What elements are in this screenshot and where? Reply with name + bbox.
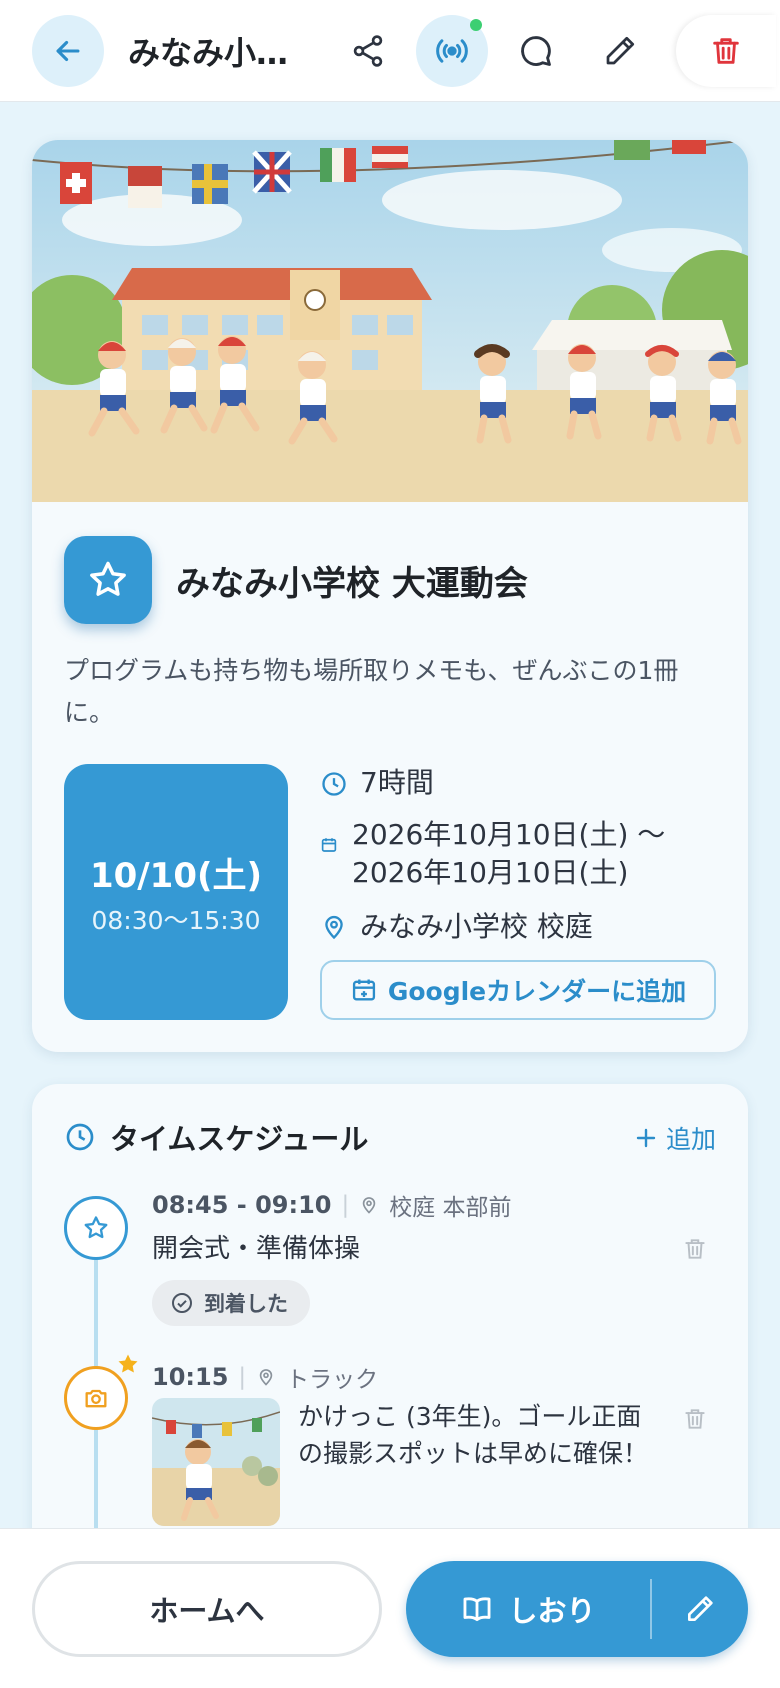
schedule-item-photo[interactable] <box>152 1398 280 1526</box>
trash-icon <box>685 1409 705 1429</box>
trash-icon <box>713 38 739 64</box>
event-card: みなみ小学校 大運動会 プログラムも持ち物も場所取りメモも、ぜんぶこの1冊に。 … <box>32 140 748 1052</box>
edit-shiori-button[interactable] <box>652 1561 748 1657</box>
pencil-icon <box>606 36 635 65</box>
star-icon <box>84 1216 108 1239</box>
arrow-left-icon <box>56 40 80 62</box>
meta-separator: | <box>341 1192 350 1218</box>
schedule-item-title[interactable]: 開会式・準備体操 <box>152 1228 360 1265</box>
arrival-status-chip[interactable]: 到着した <box>152 1280 310 1326</box>
event-time-range: 08:30〜15:30 <box>91 905 261 935</box>
schedule-item-meta: 08:45 - 09:10 | 校庭 本部前 <box>152 1188 512 1222</box>
star-icon <box>90 561 126 596</box>
clock-icon <box>322 772 346 796</box>
clock-icon <box>66 1123 94 1151</box>
duration-row: 7時間 <box>320 764 434 802</box>
live-indicator-dot <box>470 19 482 31</box>
map-pin-icon <box>259 1369 273 1386</box>
photo-thumbnail-image <box>152 1398 280 1526</box>
arrival-status-label: 到着した <box>204 1292 288 1316</box>
event-badge <box>64 536 152 624</box>
shiori-button-group: しおり <box>406 1561 748 1657</box>
date-span-row: 2026年10月10日(土) 〜 2026年10月10日(土) <box>320 816 690 892</box>
delete-schedule-item-button[interactable] <box>682 1236 708 1266</box>
home-button[interactable]: ホームへ <box>32 1561 382 1657</box>
event-duration: 7時間 <box>360 766 434 799</box>
book-open-icon <box>464 1597 491 1622</box>
plus-icon <box>636 1128 656 1148</box>
back-button[interactable] <box>32 15 104 87</box>
map-pin-icon <box>325 915 343 940</box>
delete-schedule-item-button[interactable] <box>682 1406 708 1436</box>
schedule-item-note: かけっこ (3年生)。ゴール正面の撮影スポットは早めに確保！ <box>298 1402 649 1468</box>
broadcast-icon <box>436 39 468 63</box>
share-icon <box>353 35 383 67</box>
app-header: みなみ小… <box>0 0 780 102</box>
schedule-item-meta: 10:15 | トラック <box>152 1360 378 1394</box>
trash-icon <box>685 1239 705 1259</box>
chat-button[interactable] <box>500 15 572 87</box>
bottom-action-bar: ホームへ しおり <box>0 1528 780 1688</box>
add-to-google-calendar-label: Googleカレンダーに追加 <box>387 977 687 1006</box>
calendar-icon <box>321 838 337 852</box>
calendar-plus-icon <box>352 979 375 1001</box>
schedule-item-time: 08:45 - 09:10 <box>152 1191 332 1219</box>
add-schedule-item-label: 追加 <box>665 1125 716 1154</box>
location-row: みなみ小学校 校庭 <box>320 908 593 946</box>
event-date: 10/10(土) <box>89 855 263 896</box>
schedule-title: タイムスケジュール <box>110 1122 369 1156</box>
add-schedule-item-button[interactable]: 追加 <box>634 1120 716 1156</box>
map-pin-icon <box>362 1197 376 1214</box>
page-title: みなみ小… <box>128 34 289 72</box>
share-button[interactable] <box>332 15 404 87</box>
chat-icon <box>521 36 551 66</box>
add-to-google-calendar-button[interactable]: Googleカレンダーに追加 <box>320 960 716 1020</box>
event-title: みなみ小学校 大運動会 <box>176 564 528 604</box>
timeline-node <box>64 1196 128 1260</box>
event-cover-image <box>32 140 748 502</box>
date-summary-box: 10/10(土) 08:30〜15:30 <box>64 764 288 1020</box>
delete-button[interactable] <box>676 15 776 87</box>
schedule-header: タイムスケジュール <box>64 1116 368 1158</box>
live-share-button[interactable] <box>416 15 488 87</box>
meta-separator: | <box>238 1364 247 1390</box>
schedule-item-time: 10:15 <box>152 1363 229 1391</box>
edit-button[interactable] <box>584 15 656 87</box>
schedule-item-place: トラック <box>286 1367 379 1393</box>
pencil-icon <box>688 1596 713 1621</box>
event-description: プログラムも持ち物も場所取りメモも、ぜんぶこの1冊に。 <box>64 656 679 727</box>
shiori-button[interactable]: しおり <box>406 1561 650 1657</box>
event-date-span: 2026年10月10日(土) 〜 2026年10月10日(土) <box>352 818 666 889</box>
camera-icon <box>85 1389 107 1408</box>
starred-icon <box>118 1354 138 1373</box>
check-circle-icon <box>172 1293 192 1313</box>
event-location: みなみ小学校 校庭 <box>360 910 593 943</box>
schedule-item-place: 校庭 本部前 <box>389 1195 512 1221</box>
shiori-button-label: しおり <box>508 1594 596 1628</box>
